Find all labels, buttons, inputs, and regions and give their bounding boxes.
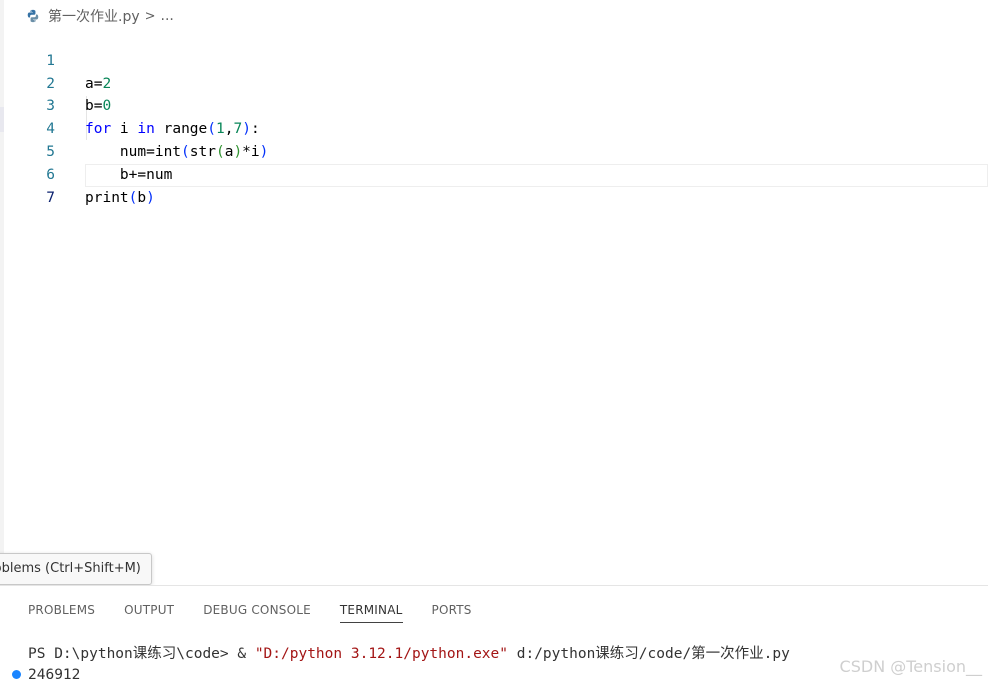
problems-tooltip: Problems (Ctrl+Shift+M) (0, 553, 152, 585)
code-line[interactable]: 3 for i in range(1,7): (0, 73, 988, 137)
tab-output[interactable]: OUTPUT (124, 600, 174, 622)
watermark: CSDN @Tension__ (839, 657, 982, 676)
breadcrumb-more[interactable]: ... (161, 8, 174, 24)
terminal-output[interactable]: 246912 (28, 665, 80, 685)
terminal-command-line[interactable]: PS D:\python课练习\code> & "D:/python 3.12.… (28, 644, 790, 664)
tab-terminal[interactable]: TERMINAL (339, 600, 403, 623)
tab-problems[interactable]: PROBLEMS (28, 600, 95, 622)
code-editor[interactable]: 1 a=2 2 b=0 3 for i in range(1,7): 4 num… (0, 27, 988, 206)
line-number: 6 (46, 166, 55, 183)
code-line[interactable]: 4 num=int(str(a)*i) (0, 95, 988, 160)
breadcrumb-file[interactable]: 第一次作业.py (48, 6, 140, 26)
current-line[interactable]: 7 (46, 163, 988, 206)
python-file-icon (27, 9, 39, 23)
code-line[interactable]: 6 print(b) (0, 141, 988, 206)
tooltip-text: Problems (Ctrl+Shift+M) (0, 561, 141, 576)
command-status-dot-icon[interactable] (12, 670, 21, 679)
tab-debug-console[interactable]: DEBUG CONSOLE (203, 600, 311, 622)
terminal-arg: d:/python课练习/code/第一次作业.py (508, 646, 790, 662)
code-line[interactable]: 5 b+=num (0, 118, 988, 183)
code-line[interactable]: 1 a=2 (0, 27, 988, 92)
code-line[interactable]: 2 b=0 (0, 50, 988, 115)
breadcrumb: 第一次作业.py > ... (26, 5, 174, 27)
terminal-prompt: PS D:\python课练习\code> & (28, 646, 255, 662)
line-number: 7 (46, 189, 55, 206)
chevron-right-icon: > (144, 8, 156, 24)
tab-ports[interactable]: PORTS (432, 600, 472, 622)
bottom-panel: PROBLEMS OUTPUT DEBUG CONSOLE TERMINAL P… (0, 585, 988, 685)
panel-tabs: PROBLEMS OUTPUT DEBUG CONSOLE TERMINAL P… (28, 600, 501, 623)
terminal-exe-path: "D:/python 3.12.1/python.exe" (254, 646, 508, 662)
vscode-window: 第一次作业.py > ... 1 a=2 2 b=0 3 for i in ra… (0, 0, 988, 685)
